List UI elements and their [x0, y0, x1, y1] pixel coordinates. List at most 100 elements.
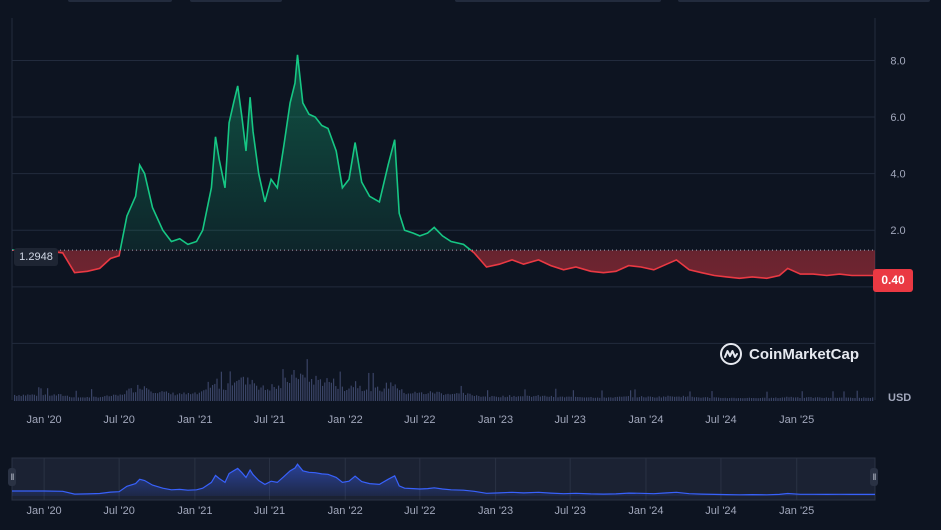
volume-bar: [476, 395, 478, 401]
volume-bar: [779, 397, 781, 401]
volume-bar: [445, 394, 447, 401]
volume-bar: [484, 396, 486, 401]
volume-bar: [163, 391, 165, 401]
volume-bar: [665, 396, 667, 401]
x-tick-label: Jan '22: [328, 414, 363, 426]
volume-bar: [326, 378, 328, 401]
volume-bar: [722, 397, 724, 401]
volume-bar: [575, 396, 577, 401]
volume-bar: [550, 395, 552, 401]
volume-bar: [350, 385, 352, 401]
volume-bar: [280, 388, 282, 401]
volume-bar: [850, 397, 852, 401]
volume-bar: [599, 397, 601, 401]
volume-bar: [757, 398, 759, 401]
volume-bar: [132, 392, 134, 401]
volume-bar: [407, 393, 409, 401]
volume-bar: [641, 396, 643, 401]
volume-bar: [685, 396, 687, 401]
navigator-x-axis: Jan '20 Jul '20 Jan '21 Jul '21 Jan '22 Jul '…: [27, 505, 815, 517]
volume-bar: [872, 397, 874, 401]
volume-bar: [234, 382, 236, 401]
volume-bar: [196, 394, 198, 401]
volume-bar: [256, 385, 258, 401]
volume-bar: [839, 397, 841, 401]
volume-bar: [454, 393, 456, 401]
volume-bar: [130, 388, 132, 401]
volume-bar: [590, 397, 592, 401]
volume-bar: [91, 389, 93, 401]
volume-bar: [817, 397, 819, 401]
volume-bar: [181, 394, 183, 401]
volume-bar: [104, 396, 106, 401]
volume-bar: [99, 397, 101, 401]
volume-bar: [509, 395, 511, 401]
volume-bar: [830, 397, 832, 401]
volume-bar: [410, 393, 412, 401]
volume-bar: [427, 393, 429, 401]
volume-bar: [645, 397, 647, 401]
volume-bar: [119, 394, 121, 401]
volume-bar: [75, 390, 77, 401]
volume-bar: [693, 397, 695, 401]
volume-bar: [311, 379, 313, 401]
volume-bar: [535, 395, 537, 401]
volume-bar: [493, 396, 495, 401]
volume-bar: [231, 385, 233, 401]
volume-bar: [724, 397, 726, 401]
volume-bar: [781, 397, 783, 401]
volume-bar: [106, 395, 108, 401]
volume-bar: [449, 394, 451, 401]
volume-bar: [460, 385, 462, 401]
volume-bar: [278, 385, 280, 401]
volume-bar: [317, 379, 319, 401]
volume-bar: [491, 395, 493, 401]
coinmarketcap-logo-icon: [720, 343, 742, 365]
volume-bar: [517, 396, 519, 401]
volume-bar: [157, 393, 159, 401]
navigator-left-handle[interactable]: ‖: [8, 468, 16, 486]
volume-bar: [676, 396, 678, 401]
volume-bar: [707, 397, 709, 401]
navigator-tick-label: Jul '24: [705, 505, 736, 517]
volume-bar: [425, 394, 427, 401]
volume-bar: [388, 388, 390, 401]
volume-bar: [313, 384, 315, 401]
volume-bar: [638, 397, 640, 401]
volume-bar: [841, 397, 843, 401]
volume-bar: [660, 397, 662, 401]
volume-bar: [379, 390, 381, 401]
volume-bar: [687, 396, 689, 401]
range-navigator[interactable]: Jan '20 Jul '20 Jan '21 Jul '21 Jan '22 Jul '…: [0, 455, 941, 530]
volume-bar: [194, 392, 196, 401]
volume-bar: [630, 390, 632, 401]
volume-bar: [249, 384, 251, 401]
volume-bar: [412, 393, 414, 401]
volume-bar: [223, 389, 225, 401]
volume-bar: [652, 397, 654, 401]
volume-bar: [251, 379, 253, 401]
volume-bar: [209, 387, 211, 401]
volume-bar: [20, 396, 22, 401]
volume-bar: [291, 374, 293, 401]
volume-bar: [583, 397, 585, 401]
volume-bar: [616, 396, 618, 401]
volume-bar: [187, 392, 189, 401]
volume-bar: [293, 369, 295, 401]
volume-bar: [520, 396, 522, 401]
volume-bar: [18, 395, 20, 401]
volume-bar: [108, 396, 110, 401]
price-chart[interactable]: 2.0 4.0 6.0 8.0 Jan '20 Jul '20 Jan '21 Jul '2…: [0, 0, 941, 455]
navigator-tick-label: Jan '23: [478, 505, 513, 517]
volume-bar: [434, 393, 436, 401]
volume-bar: [865, 397, 867, 401]
volume-bar: [786, 396, 788, 401]
volume-bar: [297, 379, 299, 401]
volume-bar: [467, 393, 469, 401]
volume-bar: [828, 397, 830, 401]
navigator-right-handle[interactable]: ‖: [870, 468, 878, 486]
volume-bar: [777, 398, 779, 401]
volume-bar: [324, 382, 326, 401]
volume-bar: [174, 395, 176, 401]
volume-bar: [447, 393, 449, 401]
